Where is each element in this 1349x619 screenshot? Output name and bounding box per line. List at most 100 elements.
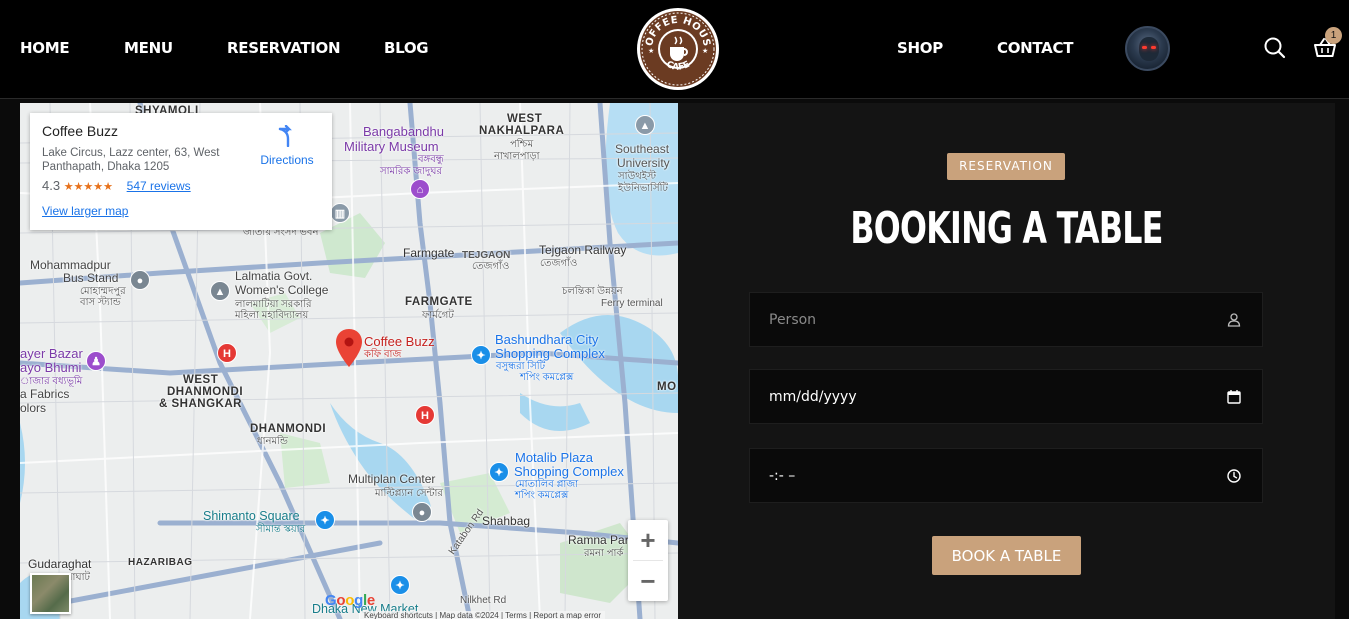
college-pin-icon[interactable]: ▲ (210, 281, 230, 301)
map-label-nakhalpara: NAKHALPARA (479, 125, 565, 137)
hospital-pin-icon-2[interactable]: H (415, 405, 435, 425)
map-label-tejgaon-railway-bn: তেজগাঁও (540, 258, 578, 269)
bus-stand-pin-icon[interactable]: ● (130, 270, 150, 290)
map-label-shimanto-bn: সীমান্ত স্কয়ার (256, 524, 306, 535)
map-attribution[interactable]: Keyboard shortcuts | Map data ©2024 | Te… (360, 611, 605, 619)
rating-stars-icon: ★★★★★ (63, 181, 114, 193)
shopping-bag-pin-icon[interactable]: ✦ (471, 345, 491, 365)
map-label-ramna: Ramna Park (568, 533, 635, 547)
map-label-bashundhara-bn2: শপিং কমপ্লেক্স (520, 372, 574, 383)
map-label-hazaribag: HAZARIBAG (128, 557, 193, 568)
top-navigation: HOME MENU RESERVATION BLOG COFFEE HOUSE … (0, 0, 1349, 99)
booking-panel: RESERVATION BOOKING A TABLE mm/dd/yyyy -… (678, 103, 1335, 619)
map-label-womens-college: Women's College (235, 283, 329, 297)
map-label-military-museum: Military Museum (344, 139, 439, 154)
booking-title: BOOKING A TABLE (850, 203, 1163, 254)
nav-shop-link[interactable]: SHOP (897, 39, 943, 57)
google-map-embed[interactable]: SHYAMOLI WEST NAKHALPARA পশ্চিম নাখালপাড… (20, 103, 678, 619)
map-label-motalib-complex: Shopping Complex (514, 464, 624, 479)
directions-button[interactable]: Directions (257, 125, 317, 167)
map-label-tejgaon-bn: তেজগাঁও (472, 261, 510, 272)
map-label-shahbag: Shahbag (482, 514, 531, 528)
hospital-pin-icon[interactable]: H (217, 343, 237, 363)
time-value: -:- – (769, 468, 796, 484)
satellite-view-toggle[interactable] (30, 573, 71, 614)
map-label-university: University (617, 156, 670, 170)
nav-contact-link[interactable]: CONTACT (997, 39, 1073, 57)
place-info-card: Coffee Buzz Lake Circus, Lazz center, 63… (30, 113, 332, 230)
map-label-shangkar: & SHANGKAR (159, 398, 242, 410)
map-zoom-control: + − (628, 520, 668, 601)
place-rating-row: 4.3 ★★★★★ 547 reviews (42, 178, 320, 193)
directions-label: Directions (260, 153, 314, 167)
search-icon[interactable] (1262, 35, 1288, 61)
map-label-lalmatia-bn2: মহিলা মহাবিদ্যালয় (235, 310, 309, 321)
shopping-bag-pin-icon-3[interactable]: ✦ (315, 510, 335, 530)
map-label-lalmatia: Lalmatia Govt. (235, 269, 313, 283)
nav-blog-link[interactable]: BLOG (384, 39, 429, 57)
date-field[interactable]: mm/dd/yyyy (749, 369, 1263, 424)
nav-menu-link[interactable]: MENU (124, 39, 173, 57)
map-label-coffee-buzz-bn: কফি বাজ (364, 349, 402, 360)
calendar-icon[interactable] (1226, 389, 1242, 405)
reviews-link[interactable]: 547 reviews (127, 179, 191, 193)
map-label-tejgaon-railway: Tejgaon Railway (539, 243, 627, 257)
map-label-museum-bn2: সামরিক জাদুঘর (380, 166, 442, 177)
map-label-multiplan: Multiplan Center (348, 472, 436, 486)
directions-icon (278, 125, 292, 147)
map-label-farmgate: Farmgate (403, 246, 455, 260)
shopping-cart-pin-icon[interactable]: ✦ (390, 575, 410, 595)
nav-reservation-link[interactable]: RESERVATION (227, 39, 341, 57)
map-label-fabrics: a Fabrics (20, 387, 70, 401)
map-label-southeast: Southeast (615, 142, 670, 156)
map-label-olors: olors (20, 401, 47, 415)
map-label-nakhalpara-bn2: নাখালপাড়া (494, 151, 540, 162)
user-avatar[interactable] (1125, 26, 1170, 71)
museum-pin-icon[interactable]: ⌂ (410, 179, 430, 199)
map-label-farmgate-caps: FARMGATE (405, 296, 473, 308)
person-input[interactable] (750, 293, 1262, 346)
map-label-ayer-bazar: ayer Bazar (20, 346, 83, 361)
person-field[interactable] (749, 292, 1263, 347)
person-icon (1227, 313, 1241, 327)
map-label-gudaraghat: Gudaraghat (28, 557, 92, 571)
memorial-pin-icon[interactable]: ♟ (86, 351, 106, 371)
map-label-univ-bn2: ইউনিভার্সিটি (618, 183, 668, 194)
map-label-ayo-bhumi: ayo Bhumi (20, 360, 82, 375)
place-address: Lake Circus, Lazz center, 63, West Panth… (42, 147, 220, 173)
map-label-ferry: Ferry terminal (601, 298, 663, 309)
map-label-coffee-buzz: Coffee Buzz (364, 334, 435, 349)
school-pin-icon[interactable]: ▲ (635, 115, 655, 135)
map-label-mo: MO (657, 381, 677, 393)
reservation-badge: RESERVATION (947, 153, 1065, 180)
map-label-bashundhara-complex: Shopping Complex (495, 346, 605, 361)
map-label-shimanto: Shimanto Square (203, 509, 300, 523)
shopping-bag-pin-icon-2[interactable]: ✦ (489, 462, 509, 482)
view-larger-map-link[interactable]: View larger map (42, 204, 320, 218)
avatar-eye-right (1151, 46, 1156, 49)
landmark-pin-icon[interactable]: ▥ (330, 203, 350, 223)
map-label-farmgate-bn: ফার্মগেট (422, 310, 454, 321)
zoom-out-button[interactable]: − (628, 561, 668, 601)
map-label-motalib: Motalib Plaza (515, 450, 594, 465)
avatar-eye-left (1142, 46, 1147, 49)
zoom-in-button[interactable]: + (628, 520, 668, 560)
map-label-nilkhet: Nilkhet Rd (460, 595, 507, 606)
clock-icon[interactable] (1226, 468, 1242, 484)
map-label-bus-stand-bn2: বাস স্ট্যান্ড (80, 297, 121, 308)
map-label-multiplan-bn: মাল্টিপ্ল্যান সেন্টার (375, 488, 443, 499)
map-label-bashundhara: Bashundhara City (495, 332, 599, 347)
coffee-house-logo[interactable]: COFFEE HOUSE CAFE ★ ★ (632, 0, 720, 91)
book-a-table-button[interactable]: BOOK A TABLE (932, 536, 1081, 575)
google-logo: Google (325, 592, 375, 609)
svg-text:★: ★ (702, 47, 708, 55)
map-label-motalib-bn2: শপিং কমপ্লেক্স (515, 490, 569, 501)
map-label-dhanmondi-bn: ধানমন্ডি (257, 436, 288, 447)
nav-home-link[interactable]: HOME (20, 39, 70, 57)
place-pin-icon[interactable]: ● (412, 502, 432, 522)
avatar-face (1139, 37, 1159, 61)
time-field[interactable]: -:- – (749, 448, 1263, 503)
coffee-buzz-location-pin-icon[interactable] (336, 329, 362, 367)
cart-count-badge: 1 (1325, 27, 1342, 44)
date-value: mm/dd/yyyy (769, 389, 857, 405)
